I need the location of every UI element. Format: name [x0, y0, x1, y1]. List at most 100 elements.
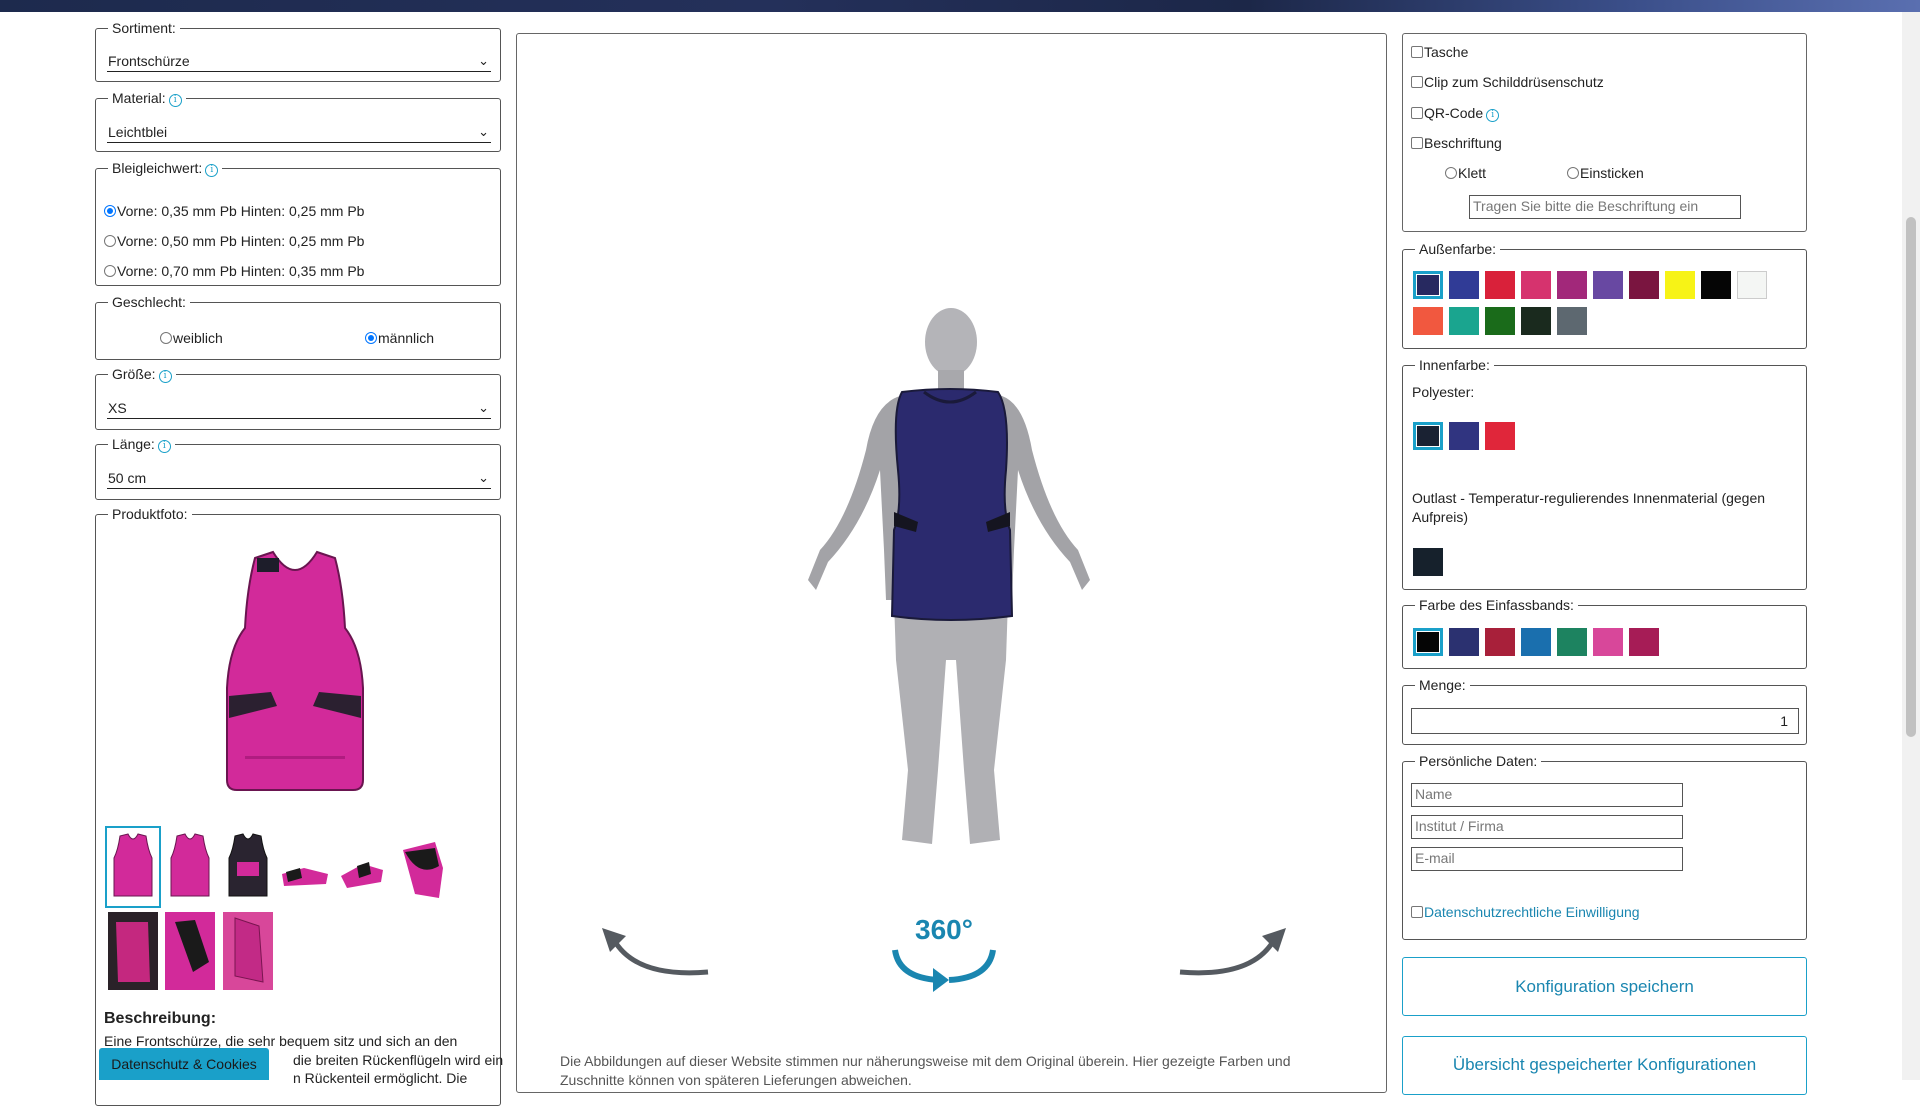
groesse-fieldset: Größe: i XS ⌄: [95, 366, 501, 430]
thumbnail-8[interactable]: [165, 912, 215, 990]
aussenfarbe-swatch[interactable]: [1665, 271, 1695, 299]
info-icon[interactable]: i: [205, 164, 219, 177]
polyester-label: Polyester:: [1412, 384, 1475, 400]
material-fieldset: Material: i Leichtblei ⌄: [95, 90, 501, 152]
material-select[interactable]: Leichtblei ⌄: [107, 123, 491, 143]
name-input[interactable]: Name: [1411, 783, 1683, 807]
einfassband-swatch[interactable]: [1557, 628, 1587, 656]
email-input[interactable]: E-mail: [1411, 847, 1683, 871]
option-klett[interactable]: Klett: [1445, 165, 1486, 181]
checkbox[interactable]: [1411, 906, 1423, 918]
option-einsticken[interactable]: Einsticken: [1567, 165, 1644, 181]
cookie-consent-button[interactable]: Datenschutz & Cookies: [99, 1048, 269, 1080]
outlast-label: Outlast - Temperatur-regulierendes Innen…: [1412, 490, 1766, 506]
einfassband-swatch[interactable]: [1629, 628, 1659, 656]
aussenfarbe-swatch[interactable]: [1449, 271, 1479, 299]
aussenfarbe-swatch[interactable]: [1629, 271, 1659, 299]
einfassband-legend: Farbe des Einfassbands:: [1419, 597, 1574, 613]
save-configuration-button[interactable]: Konfiguration speichern: [1402, 957, 1807, 1016]
thumbnail-2[interactable]: [165, 828, 215, 906]
chevron-down-icon: ⌄: [478, 470, 489, 485]
bleigleichwert-option-3[interactable]: Vorne: 0,70 mm Pb Hinten: 0,35 mm Pb: [104, 263, 364, 279]
aussenfarbe-swatch[interactable]: [1593, 271, 1623, 299]
option-beschriftung[interactable]: Beschriftung: [1411, 135, 1502, 151]
polyester-swatch[interactable]: [1413, 422, 1443, 450]
info-icon[interactable]: i: [157, 440, 171, 453]
info-icon[interactable]: i: [158, 370, 172, 383]
checkbox[interactable]: [1411, 76, 1423, 88]
rotate-right-icon[interactable]: [1174, 920, 1292, 980]
aussenfarbe-swatch[interactable]: [1737, 271, 1767, 299]
aussenfarbe-swatch[interactable]: [1413, 307, 1443, 335]
bleigleichwert-option-1[interactable]: Vorne: 0,35 mm Pb Hinten: 0,25 mm Pb: [104, 203, 364, 219]
thumbnail-1[interactable]: [108, 828, 158, 906]
radio[interactable]: [1445, 167, 1457, 179]
radio[interactable]: [104, 235, 116, 247]
saved-configurations-overview-button[interactable]: Übersicht gespeicherter Konfigurationen: [1402, 1036, 1807, 1095]
checkbox[interactable]: [1411, 107, 1423, 119]
gender-option-maennlich[interactable]: männlich: [365, 330, 434, 346]
beschriftung-input[interactable]: Tragen Sie bitte die Beschriftung ein: [1469, 195, 1741, 219]
thumbnail-5[interactable]: [337, 828, 387, 906]
option-tasche[interactable]: Tasche: [1411, 44, 1468, 60]
disclaimer-line2: Zuschnitte können von späteren Lieferung…: [560, 1072, 912, 1088]
disclaimer-line1: Die Abbildungen auf dieser Website stimm…: [560, 1053, 1291, 1069]
aussenfarbe-swatch[interactable]: [1485, 271, 1515, 299]
option-label: männlich: [378, 330, 435, 346]
einfassband-swatch[interactable]: [1413, 628, 1443, 656]
radio[interactable]: [1567, 167, 1579, 179]
thumbnail-7[interactable]: [108, 912, 158, 990]
bleigleichwert-option-2[interactable]: Vorne: 0,50 mm Pb Hinten: 0,25 mm Pb: [104, 233, 364, 249]
page-scrollbar[interactable]: [1902, 12, 1920, 1080]
thumbnail-3[interactable]: [223, 828, 273, 906]
info-icon[interactable]: i: [1486, 109, 1500, 122]
radio[interactable]: [160, 332, 172, 344]
info-icon[interactable]: i: [168, 94, 182, 107]
quantity-input[interactable]: 1: [1411, 708, 1799, 734]
thumbnail-6[interactable]: [395, 828, 445, 906]
aussenfarbe-swatch[interactable]: [1521, 307, 1551, 335]
radio[interactable]: [104, 265, 116, 277]
aussenfarbe-swatch[interactable]: [1413, 271, 1443, 299]
einfassband-swatch[interactable]: [1521, 628, 1551, 656]
geschlecht-legend: Geschlecht:: [112, 294, 186, 310]
sortiment-select[interactable]: Frontschürze ⌄: [107, 52, 491, 72]
option-qr-code[interactable]: QR-Code i: [1411, 105, 1500, 122]
consent-link[interactable]: Datenschutzrechtliche Einwilligung: [1424, 904, 1640, 920]
radio-selected[interactable]: [365, 332, 377, 344]
gender-option-weiblich[interactable]: weiblich: [160, 330, 223, 346]
sortiment-legend: Sortiment:: [112, 20, 176, 36]
option-label: Vorne: 0,35 mm Pb Hinten: 0,25 mm Pb: [117, 203, 365, 219]
aussenfarbe-swatch[interactable]: [1521, 271, 1551, 299]
top-banner: [0, 0, 1920, 12]
einfassband-swatch[interactable]: [1593, 628, 1623, 656]
einfassband-swatch[interactable]: [1449, 628, 1479, 656]
checkbox[interactable]: [1411, 137, 1423, 149]
datenschutz-consent[interactable]: Datenschutzrechtliche Einwilligung: [1411, 904, 1640, 920]
aussenfarbe-swatch[interactable]: [1485, 307, 1515, 335]
material-value: Leichtblei: [108, 124, 168, 140]
scrollbar-thumb[interactable]: [1906, 217, 1916, 737]
groesse-select[interactable]: XS ⌄: [107, 399, 491, 419]
outlast-swatch[interactable]: [1413, 548, 1443, 576]
chevron-down-icon: ⌄: [478, 53, 489, 68]
option-clip[interactable]: Clip zum Schilddrüsenschutz: [1411, 74, 1604, 90]
firma-input[interactable]: Institut / Firma: [1411, 815, 1683, 839]
einfassband-swatch[interactable]: [1485, 628, 1515, 656]
rotate-left-icon[interactable]: [596, 920, 714, 980]
polyester-swatch[interactable]: [1449, 422, 1479, 450]
option-label: weiblich: [173, 330, 223, 346]
rotate-360-icon[interactable]: 360°: [889, 908, 999, 992]
aussenfarbe-swatch[interactable]: [1449, 307, 1479, 335]
laenge-select[interactable]: 50 cm ⌄: [107, 469, 491, 489]
polyester-swatch[interactable]: [1485, 422, 1515, 450]
checkbox[interactable]: [1411, 46, 1423, 58]
thumbnail-4[interactable]: [280, 828, 330, 906]
aussenfarbe-swatch[interactable]: [1557, 307, 1587, 335]
mannequin-3d-view[interactable]: [800, 300, 1100, 850]
groesse-legend: Größe:: [112, 366, 156, 382]
radio-selected[interactable]: [104, 205, 116, 217]
thumbnail-9[interactable]: [223, 912, 273, 990]
aussenfarbe-swatch[interactable]: [1701, 271, 1731, 299]
aussenfarbe-swatch[interactable]: [1557, 271, 1587, 299]
